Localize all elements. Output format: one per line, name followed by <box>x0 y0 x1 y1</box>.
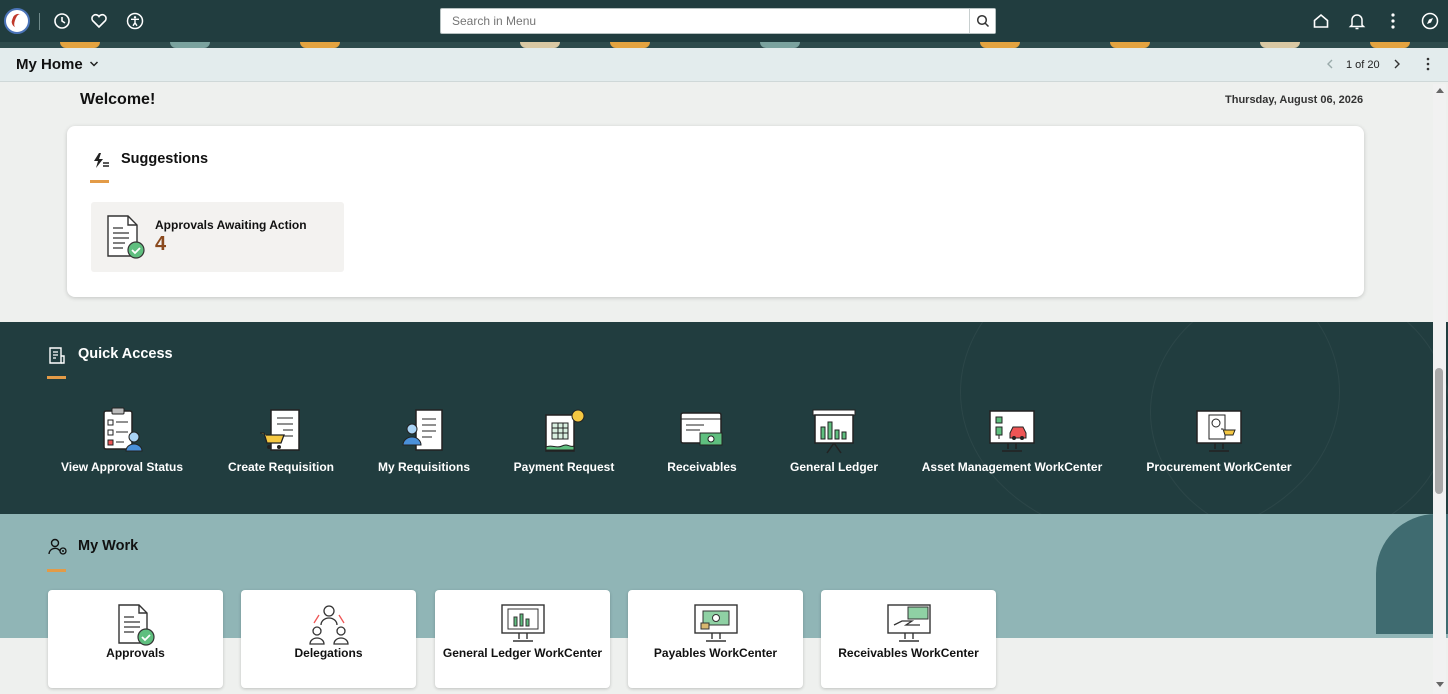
receivables-workcenter-icon <box>886 604 931 642</box>
divider <box>39 13 40 30</box>
general-ledger-icon <box>812 409 856 454</box>
quick-access-label: Procurement WorkCenter <box>1146 460 1292 474</box>
search-icon <box>976 14 990 28</box>
suggestions-icon <box>94 153 109 168</box>
approvals-document-icon <box>107 215 145 259</box>
quick-access-label: General Ledger <box>789 460 879 474</box>
my-work-icon <box>48 538 67 555</box>
page-scrollbar[interactable] <box>1433 84 1446 694</box>
quick-access-label: Receivables <box>667 460 737 474</box>
scrollbar-thumb[interactable] <box>1435 368 1443 494</box>
section-underline <box>47 569 66 572</box>
page-title-bar: My Home 1 of 20 <box>0 48 1448 82</box>
welcome-heading: Welcome! <box>80 91 156 108</box>
quick-access-icon <box>49 347 65 364</box>
my-work-tile[interactable]: Delegations <box>241 590 416 688</box>
search-input[interactable] <box>441 9 969 33</box>
approvals-icon <box>117 604 155 646</box>
my-work-label: Approvals <box>106 646 165 660</box>
quick-access-label: View Approval Status <box>60 460 184 474</box>
my-work-label: Delegations <box>294 646 363 660</box>
my-work-tile[interactable]: Approvals <box>48 590 223 688</box>
search-button[interactable] <box>969 9 995 33</box>
logo-icon[interactable] <box>4 8 30 34</box>
menu-search <box>440 8 996 34</box>
tile-label: Approvals Awaiting Action <box>155 218 307 232</box>
page-counter: 1 of 20 <box>1346 59 1380 71</box>
accessibility-icon[interactable] <box>125 11 145 31</box>
suggestions-title: Suggestions <box>121 151 209 167</box>
section-underline <box>47 376 66 379</box>
current-date: Thursday, August 06, 2026 <box>1225 94 1364 106</box>
top-banner <box>0 0 1448 42</box>
tile-count: 4 <box>155 233 167 255</box>
delegations-icon <box>308 605 349 645</box>
asset-management-icon <box>989 410 1035 452</box>
quick-access-label: Create Requisition <box>227 460 335 474</box>
suggestions-card: Suggestions Approvals Awaiting Action 4 <box>67 126 1364 297</box>
page-title[interactable]: My Home <box>16 56 83 73</box>
my-work-section: My Work Approvals Delegations General Le… <box>0 514 1448 694</box>
my-work-tile[interactable]: General Ledger WorkCenter <box>435 590 610 688</box>
scroll-up-arrow-icon[interactable] <box>1436 88 1444 93</box>
scroll-down-arrow-icon[interactable] <box>1436 682 1444 687</box>
actions-menu-icon[interactable] <box>1383 11 1403 31</box>
quick-access-label: Payment Request <box>513 460 615 474</box>
my-work-tile[interactable]: Payables WorkCenter <box>628 590 803 688</box>
next-page-icon[interactable] <box>1391 58 1403 70</box>
home-icon[interactable] <box>1311 11 1331 31</box>
approval-status-icon <box>103 407 143 452</box>
more-options-icon[interactable] <box>1423 57 1433 71</box>
procurement-icon <box>1196 410 1242 452</box>
gl-workcenter-icon <box>500 604 545 642</box>
quick-access-section: Quick Access View Approval Status Create… <box>0 322 1448 514</box>
navigator-icon[interactable] <box>1420 11 1440 31</box>
my-work-tile[interactable]: Receivables WorkCenter <box>821 590 996 688</box>
section-underline <box>90 180 109 183</box>
quick-access-title: Quick Access <box>78 346 173 362</box>
previous-page-icon[interactable] <box>1324 58 1336 70</box>
notifications-icon[interactable] <box>1347 11 1367 31</box>
recent-icon[interactable] <box>52 11 72 31</box>
quick-access-label: Asset Management WorkCenter <box>921 460 1103 474</box>
chevron-down-icon[interactable] <box>89 59 99 69</box>
my-work-title: My Work <box>78 538 139 554</box>
quick-access-label: My Requisitions <box>377 460 470 474</box>
my-work-label: Payables WorkCenter <box>653 646 778 660</box>
payment-request-icon <box>545 409 585 452</box>
receivables-icon <box>680 412 723 446</box>
favorites-icon[interactable] <box>89 11 109 31</box>
my-work-label: Receivables WorkCenter <box>838 646 979 660</box>
approvals-awaiting-tile[interactable]: Approvals Awaiting Action 4 <box>91 202 344 272</box>
payables-workcenter-icon <box>693 604 738 642</box>
my-requisitions-icon <box>402 409 443 451</box>
my-work-label: General Ledger WorkCenter <box>442 646 603 660</box>
requisition-cart-icon <box>260 409 300 451</box>
